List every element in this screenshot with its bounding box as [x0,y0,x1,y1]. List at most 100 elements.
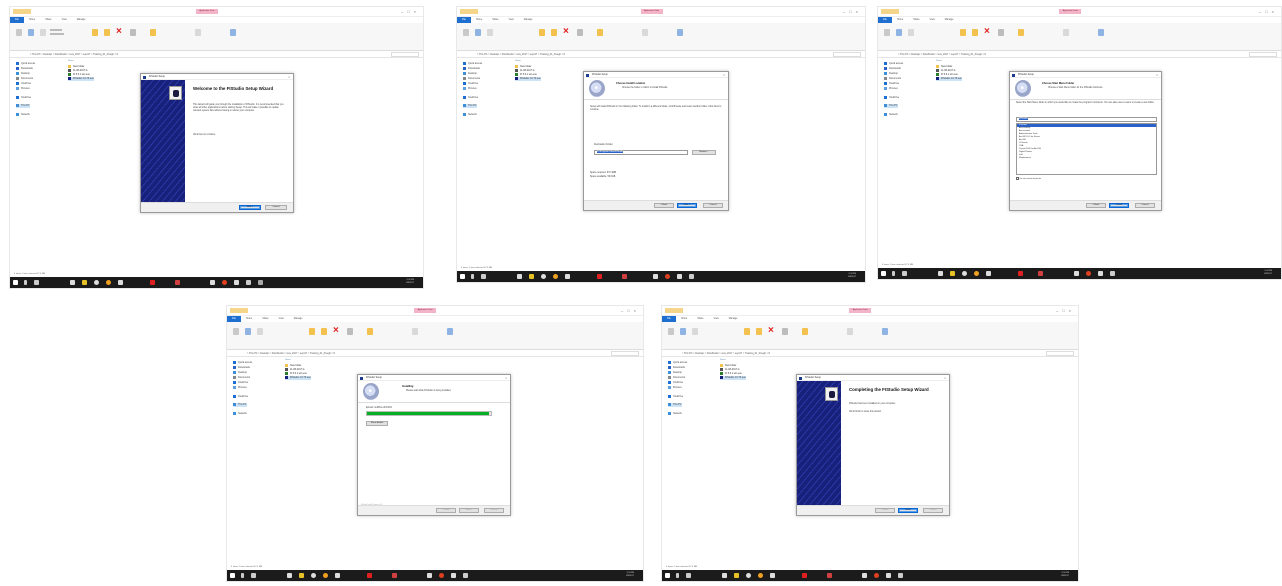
nav-quick-access[interactable]: Quick access [668,361,687,365]
paste-icon[interactable] [908,29,914,36]
nav-this-pc[interactable]: This PC [668,403,682,407]
new-folder-icon[interactable] [597,29,603,36]
pin-icon[interactable] [884,29,890,36]
nav-network[interactable]: Network [233,412,247,416]
search-icon[interactable] [241,573,244,578]
nav-downloads[interactable]: Downloads [233,366,250,370]
start-menu-folder-list[interactable]: FIStudio Accessibility Accessories Admin… [1016,123,1157,175]
properties-icon[interactable] [847,328,853,335]
search-input[interactable] [1046,351,1074,356]
quick-access-toolbar[interactable] [881,9,899,14]
task-view-icon[interactable] [251,573,256,578]
move-to-icon[interactable] [92,29,98,36]
back-button[interactable]: < Back [1086,203,1106,208]
address-bar[interactable]: > This PC > Desktop > FlowStudio > new_2… [227,350,643,357]
nav-network[interactable]: Network [668,412,682,416]
taskbar-clock[interactable]: 2:34 PM 8/3/2017 [626,572,634,578]
breadcrumb[interactable]: > This PC > Desktop > FlowStudio > new_2… [898,53,986,56]
breadcrumb[interactable]: > This PC > Desktop > FlowStudio > new_2… [247,352,335,355]
taskbar-app-icon[interactable] [517,274,522,279]
file-item-selected[interactable]: FIStudio 1.0.73.exe [936,77,962,81]
cancel-button[interactable]: Cancel [923,508,943,513]
nav-this-pc[interactable]: This PC [16,104,30,108]
pin-icon[interactable] [233,328,239,335]
select-all-icon[interactable] [1098,29,1104,36]
nav-network[interactable]: Network [16,113,30,117]
taskbar-app-icon[interactable] [150,280,155,285]
taskbar-app-icon[interactable] [367,573,372,578]
nav-onedrive-root[interactable]: OneDrive [884,96,899,100]
nav-documents[interactable]: Documents [463,77,480,81]
taskbar-app-icon[interactable] [689,274,694,279]
copy-to-icon[interactable] [321,328,327,335]
nav-network[interactable]: Network [884,113,898,117]
file-item-selected[interactable]: FIStudio 1.0.73.exe [720,376,746,380]
nav-documents[interactable]: Documents [233,376,250,380]
taskbar-app-icon[interactable] [70,280,75,285]
nav-documents[interactable]: Documents [16,77,33,81]
window-controls[interactable]: –□× [843,9,862,14]
taskbar-app-icon[interactable] [597,274,602,279]
taskbar-app-icon[interactable] [1086,271,1091,276]
nav-quick-access[interactable]: Quick access [16,62,35,66]
nav-onedrive-root[interactable]: OneDrive [16,96,31,100]
file-item-selected[interactable]: FIStudio 1.0.73.exe [285,376,311,380]
back-button[interactable]: < Back [654,203,674,208]
address-bar[interactable]: > This PC > Desktop > FlowStudio > new_2… [10,51,423,58]
taskbar-app-icon[interactable] [622,274,627,279]
back-button[interactable]: < Back [875,508,895,513]
paste-icon[interactable] [692,328,698,335]
cancel-button[interactable]: Cancel [703,203,723,208]
nav-network[interactable]: Network [463,113,477,117]
select-all-icon[interactable] [230,29,236,36]
close-icon[interactable]: × [944,375,946,381]
file-item-selected[interactable]: FIStudio 1.0.73.exe [68,77,94,81]
taskbar-app-icon[interactable] [392,573,397,578]
nav-pictures[interactable]: Pictures [463,87,477,91]
taskbar-app-icon[interactable] [1074,271,1079,276]
window-controls[interactable]: –□× [401,9,420,14]
column-name[interactable]: Name [68,60,74,62]
rename-icon[interactable] [782,328,788,335]
properties-icon[interactable] [195,29,201,36]
nav-pictures[interactable]: Pictures [668,386,682,390]
taskbar-app-icon[interactable] [118,280,123,285]
search-input[interactable] [611,351,639,356]
taskbar-app-icon[interactable] [665,274,670,279]
taskbar-app-icon[interactable] [463,573,468,578]
back-button[interactable]: < Back [436,508,456,513]
task-view-icon[interactable] [481,274,486,279]
taskbar-clock[interactable]: 2:34 PM 8/3/2017 [1264,270,1272,276]
nav-downloads[interactable]: Downloads [463,67,480,71]
taskbar-app-icon[interactable] [287,573,292,578]
destination-folder-input[interactable]: C:\Program Files\FIStudio [594,150,688,155]
nav-desktop[interactable]: Desktop [233,371,247,375]
nav-this-pc[interactable]: This PC [463,104,477,108]
taskbar-app-icon[interactable] [898,573,903,578]
taskbar-app-icon[interactable] [565,274,570,279]
window-controls[interactable]: –□× [1056,308,1075,313]
nav-pictures[interactable]: Pictures [233,386,247,390]
nav-quick-access[interactable]: Quick access [233,361,252,365]
show-details-button[interactable]: Show details [366,421,388,426]
nav-onedrive[interactable]: OneDrive [16,82,31,86]
start-icon[interactable] [13,280,18,285]
nav-downloads[interactable]: Downloads [668,366,685,370]
copy-to-icon[interactable] [972,29,978,36]
nav-downloads[interactable]: Downloads [884,67,901,71]
window-controls[interactable]: –□× [621,308,640,313]
taskbar-app-icon[interactable] [106,280,111,285]
taskbar-app-icon[interactable] [746,573,751,578]
pin-icon[interactable] [668,328,674,335]
column-name[interactable]: Name [720,359,726,361]
next-button[interactable]: Next > [677,203,697,208]
taskbar-app-icon[interactable] [827,573,832,578]
taskbar-app-icon[interactable] [886,573,891,578]
nav-desktop[interactable]: Desktop [884,72,898,76]
search-input[interactable] [833,52,861,57]
start-menu-folder-input[interactable]: FIStudio [1016,117,1157,122]
taskbar-app-icon[interactable] [974,271,979,276]
taskbar-app-icon[interactable] [439,573,444,578]
column-name[interactable]: Name [936,60,942,62]
taskbar-app-icon[interactable] [1110,271,1115,276]
